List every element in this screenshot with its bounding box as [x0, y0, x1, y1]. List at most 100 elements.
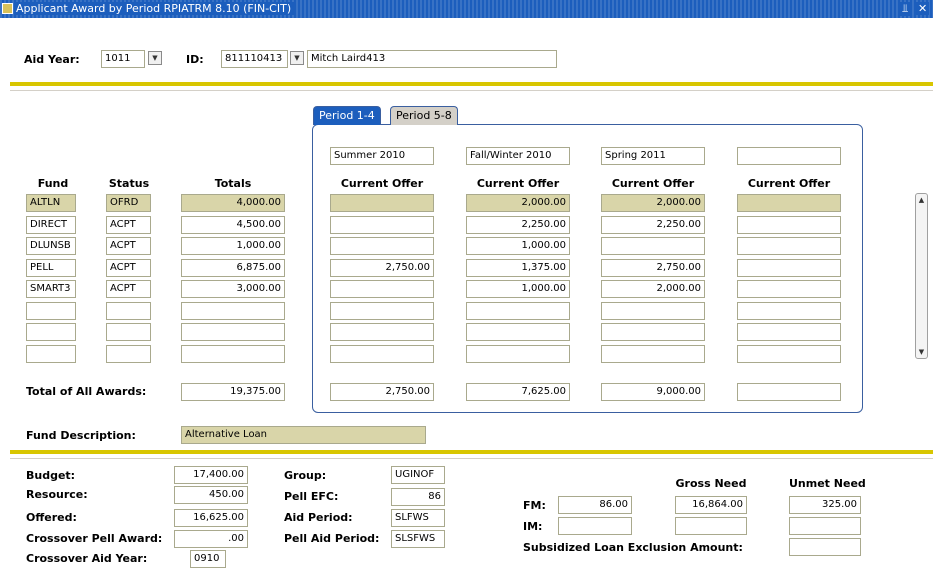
current-offer-field[interactable] — [737, 259, 841, 277]
current-offer-header-3: Current Offer — [611, 177, 695, 190]
app-icon — [2, 3, 13, 14]
current-offer-field[interactable]: 2,000.00 — [601, 194, 705, 212]
aid-year-dropdown-icon[interactable]: ▼ — [148, 51, 162, 65]
current-offer-field[interactable]: 2,000.00 — [601, 280, 705, 298]
current-offer-field[interactable] — [466, 345, 570, 363]
current-offer-field[interactable] — [330, 345, 434, 363]
status-field[interactable] — [106, 345, 151, 363]
total-field[interactable]: 4,500.00 — [181, 216, 285, 234]
current-offer-field[interactable] — [601, 345, 705, 363]
current-offer-field[interactable] — [330, 194, 434, 212]
total-field[interactable] — [181, 302, 285, 320]
current-offer-field[interactable] — [737, 302, 841, 320]
current-offer-field[interactable] — [601, 302, 705, 320]
tab-period-5-8[interactable]: Period 5-8 — [390, 106, 458, 125]
budget-label: Budget: — [26, 469, 76, 482]
unmet-need-label: Unmet Need — [789, 477, 866, 490]
period-name-4[interactable] — [737, 147, 841, 165]
pell-aid-period-label: Pell Aid Period: — [284, 532, 380, 545]
total-field[interactable] — [181, 345, 285, 363]
aid-year-field[interactable]: 1011 — [101, 50, 145, 68]
window-title: Applicant Award by Period RPIATRM 8.10 (… — [16, 2, 296, 15]
current-offer-field[interactable]: 2,000.00 — [466, 194, 570, 212]
fund-field[interactable]: PELL — [26, 259, 76, 277]
fund-field[interactable]: ALTLN — [26, 194, 76, 212]
period-name-1[interactable]: Summer 2010 — [330, 147, 434, 165]
current-offer-header-1: Current Offer — [340, 177, 424, 190]
current-offer-field[interactable] — [601, 237, 705, 255]
total-field[interactable]: 4,000.00 — [181, 194, 285, 212]
gross-need-label: Gross Need — [675, 477, 747, 490]
current-offer-field[interactable] — [737, 216, 841, 234]
fund-field[interactable]: DIRECT — [26, 216, 76, 234]
scroll-up-icon[interactable]: ▲ — [917, 195, 926, 205]
minimize-icon[interactable]: ⫫ — [900, 2, 911, 16]
scroll-down-icon[interactable]: ▼ — [917, 347, 926, 357]
current-offer-field[interactable]: 1,000.00 — [466, 237, 570, 255]
total-field[interactable]: 3,000.00 — [181, 280, 285, 298]
current-offer-field[interactable]: 2,750.00 — [330, 259, 434, 277]
separator-line-2 — [10, 458, 933, 459]
total-field[interactable]: 1,000.00 — [181, 237, 285, 255]
id-field[interactable]: 811110413 — [221, 50, 288, 68]
status-field[interactable]: ACPT — [106, 237, 151, 255]
total-all-awards-field: 19,375.00 — [181, 383, 285, 401]
name-field: Mitch Laird413 — [307, 50, 557, 68]
awards-scrollbar[interactable]: ▲ ▼ — [915, 193, 928, 359]
total-all-awards-label: Total of All Awards: — [26, 385, 147, 398]
current-offer-field[interactable] — [466, 323, 570, 341]
total-field[interactable] — [181, 323, 285, 341]
fund-field[interactable] — [26, 302, 76, 320]
pell-aid-period-field: SLSFWS — [391, 530, 445, 548]
current-offer-field[interactable] — [330, 323, 434, 341]
total-field[interactable]: 6,875.00 — [181, 259, 285, 277]
tab-period-1-4[interactable]: Period 1-4 — [313, 106, 381, 125]
current-offer-field[interactable] — [330, 302, 434, 320]
status-field[interactable]: ACPT — [106, 280, 151, 298]
current-offer-field[interactable] — [737, 237, 841, 255]
current-offer-field[interactable] — [330, 280, 434, 298]
id-label: ID: — [186, 53, 204, 66]
fund-description-label: Fund Description: — [26, 429, 136, 442]
offered-field: 16,625.00 — [174, 509, 248, 527]
current-offer-field[interactable] — [737, 345, 841, 363]
fund-field[interactable]: DLUNSB — [26, 237, 76, 255]
pell-efc-field: 86 — [391, 488, 445, 506]
fund-field[interactable] — [26, 345, 76, 363]
period-name-3[interactable]: Spring 2011 — [601, 147, 705, 165]
fund-header: Fund — [37, 177, 69, 190]
current-offer-field[interactable]: 2,250.00 — [466, 216, 570, 234]
fm-unmet-need-field: 325.00 — [789, 496, 861, 514]
period-total-3: 9,000.00 — [601, 383, 705, 401]
current-offer-field[interactable] — [737, 194, 841, 212]
status-field[interactable]: ACPT — [106, 259, 151, 277]
fund-field[interactable] — [26, 323, 76, 341]
totals-header: Totals — [214, 177, 252, 190]
im-label: IM: — [523, 520, 543, 533]
id-dropdown-icon[interactable]: ▼ — [290, 51, 304, 65]
current-offer-field[interactable]: 2,750.00 — [601, 259, 705, 277]
period-name-2[interactable]: Fall/Winter 2010 — [466, 147, 570, 165]
status-field[interactable] — [106, 323, 151, 341]
current-offer-field[interactable] — [737, 280, 841, 298]
im-gross-need-field — [675, 517, 747, 535]
current-offer-field[interactable] — [330, 237, 434, 255]
status-field[interactable]: OFRD — [106, 194, 151, 212]
current-offer-field[interactable]: 1,375.00 — [466, 259, 570, 277]
current-offer-field[interactable]: 2,250.00 — [601, 216, 705, 234]
close-icon[interactable]: ✕ — [916, 2, 930, 15]
resource-field: 450.00 — [174, 486, 248, 504]
status-field[interactable]: ACPT — [106, 216, 151, 234]
current-offer-field[interactable] — [737, 323, 841, 341]
offered-label: Offered: — [26, 511, 77, 524]
period-total-2: 7,625.00 — [466, 383, 570, 401]
crossover-aid-year-label: Crossover Aid Year: — [26, 552, 148, 565]
current-offer-field[interactable] — [601, 323, 705, 341]
current-offer-field[interactable]: 1,000.00 — [466, 280, 570, 298]
fund-field[interactable]: SMART3 — [26, 280, 76, 298]
current-offer-field[interactable] — [330, 216, 434, 234]
current-offer-field[interactable] — [466, 302, 570, 320]
group-label: Group: — [284, 469, 327, 482]
im-unmet-need-field — [789, 517, 861, 535]
status-field[interactable] — [106, 302, 151, 320]
